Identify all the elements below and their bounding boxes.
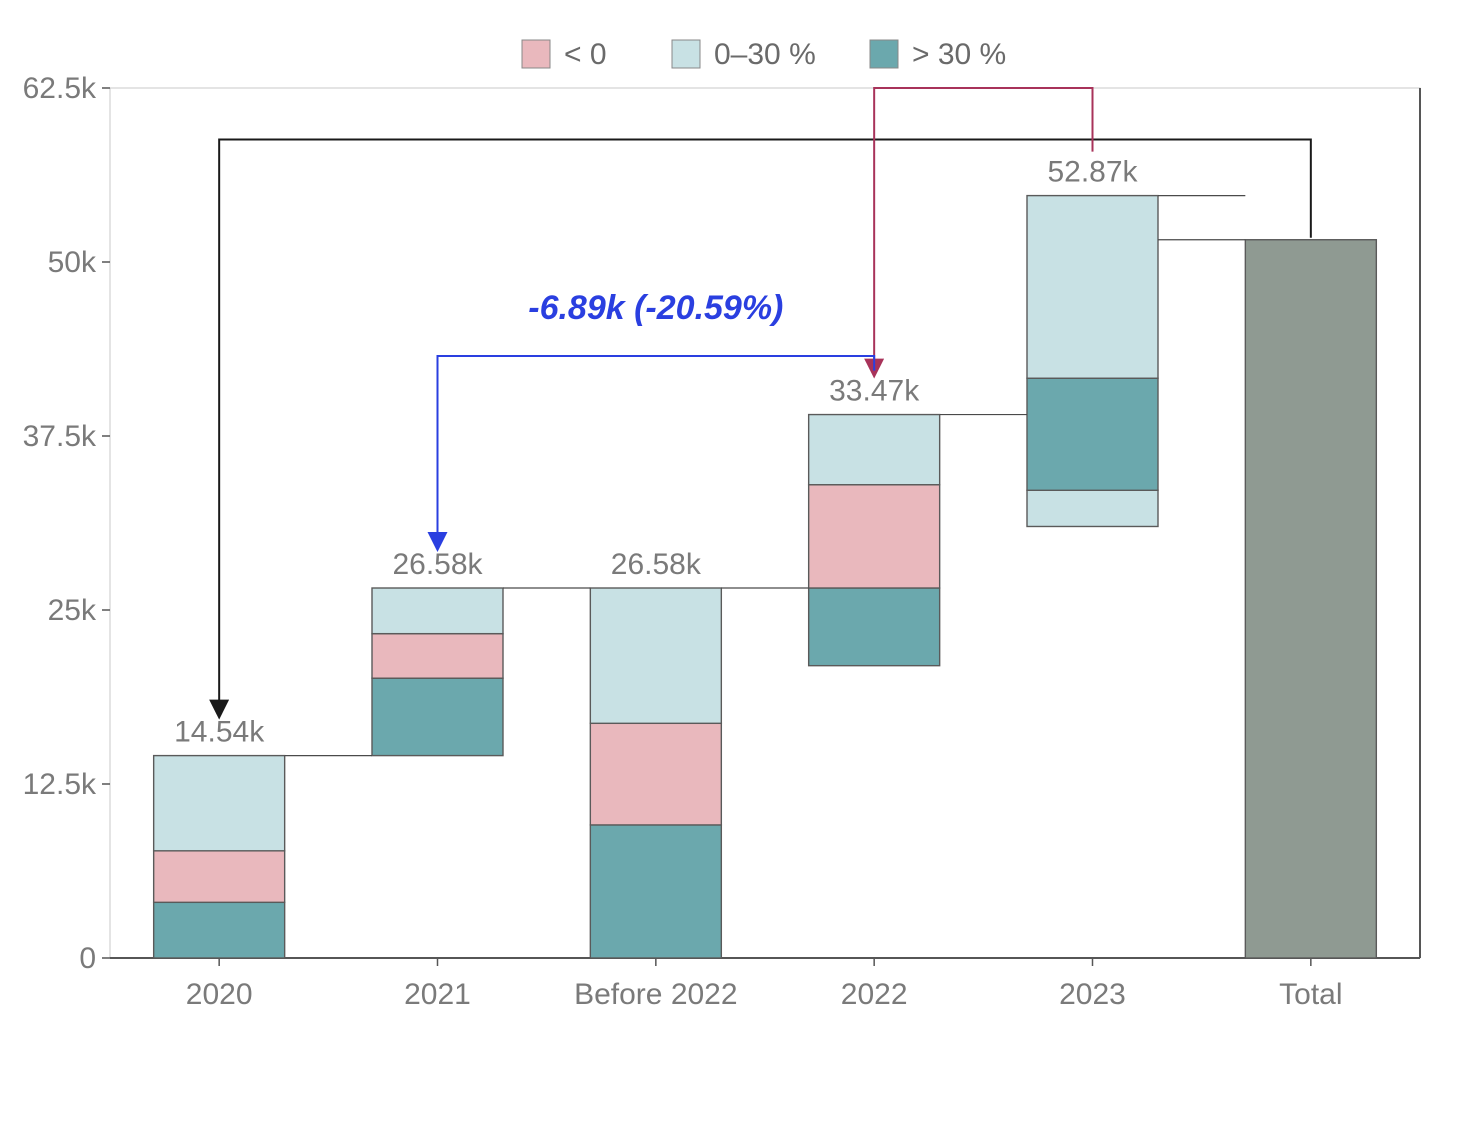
bar-segment — [372, 588, 503, 634]
bar-segment — [1027, 490, 1158, 526]
bar-segment — [590, 825, 721, 958]
legend-swatch — [672, 40, 700, 68]
bar-segment — [154, 902, 285, 958]
y-tick-label: 25k — [48, 594, 97, 627]
chart-container: 0 12.5k 25k 37.5k 50k 62.5k 2020 2021 Before 202… — [0, 0, 1468, 1136]
legend-swatch — [522, 40, 550, 68]
bar-segment — [809, 415, 940, 485]
bar-segment — [590, 588, 721, 723]
legend-swatch — [870, 40, 898, 68]
bar-value-label: 26.58k — [611, 548, 702, 581]
legend-label: > 30 % — [912, 38, 1006, 71]
bar-value-label: 26.58k — [392, 548, 483, 581]
bar-segment — [809, 485, 940, 588]
x-tick-label: Total — [1279, 978, 1342, 1011]
bar-segment — [154, 851, 285, 903]
y-tick-label: 62.5k — [23, 72, 97, 105]
bar-value-label: 14.54k — [174, 716, 265, 749]
legend-label: 0–30 % — [714, 38, 816, 71]
x-tick-label: 2021 — [404, 978, 471, 1011]
bar-value-label: 52.87k — [1047, 156, 1138, 189]
bar-segment — [1027, 378, 1158, 490]
x-tick-label: 2023 — [1059, 978, 1126, 1011]
bar-segment — [154, 756, 285, 851]
x-tick-label: 2022 — [841, 978, 908, 1011]
bar-segment — [590, 723, 721, 825]
x-tick-label: Before 2022 — [574, 978, 737, 1011]
bar-segment — [372, 678, 503, 755]
callout-label: -6.89k (-20.59%) — [528, 289, 783, 327]
bar-segment — [809, 588, 940, 666]
y-tick-label: 50k — [48, 246, 97, 279]
legend-label: < 0 — [564, 38, 607, 71]
y-tick-label: 0 — [79, 942, 96, 975]
y-tick-label: 12.5k — [23, 768, 97, 801]
bar-value-label: 33.47k — [829, 375, 920, 408]
bar-segment — [372, 634, 503, 679]
y-tick-label: 37.5k — [23, 420, 97, 453]
bar-segment — [1245, 240, 1376, 958]
bar-segment — [1027, 196, 1158, 379]
x-tick-label: 2020 — [186, 978, 253, 1011]
plot-border — [110, 88, 1420, 958]
